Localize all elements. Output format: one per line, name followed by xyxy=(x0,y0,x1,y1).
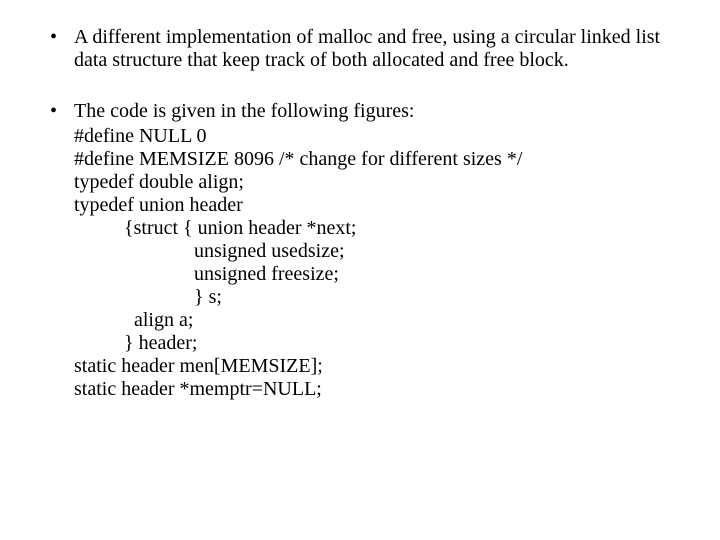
bullet-text-2: The code is given in the following figur… xyxy=(74,100,414,122)
bullet-text-1: A different implementation of malloc and… xyxy=(74,26,660,71)
bullet-item-1: A different implementation of malloc and… xyxy=(40,26,680,72)
bullet-item-2: The code is given in the following figur… xyxy=(40,100,680,401)
slide-content: A different implementation of malloc and… xyxy=(0,0,720,401)
code-block: #define NULL 0 #define MEMSIZE 8096 /* c… xyxy=(74,125,680,401)
bullet-list: A different implementation of malloc and… xyxy=(40,26,680,401)
